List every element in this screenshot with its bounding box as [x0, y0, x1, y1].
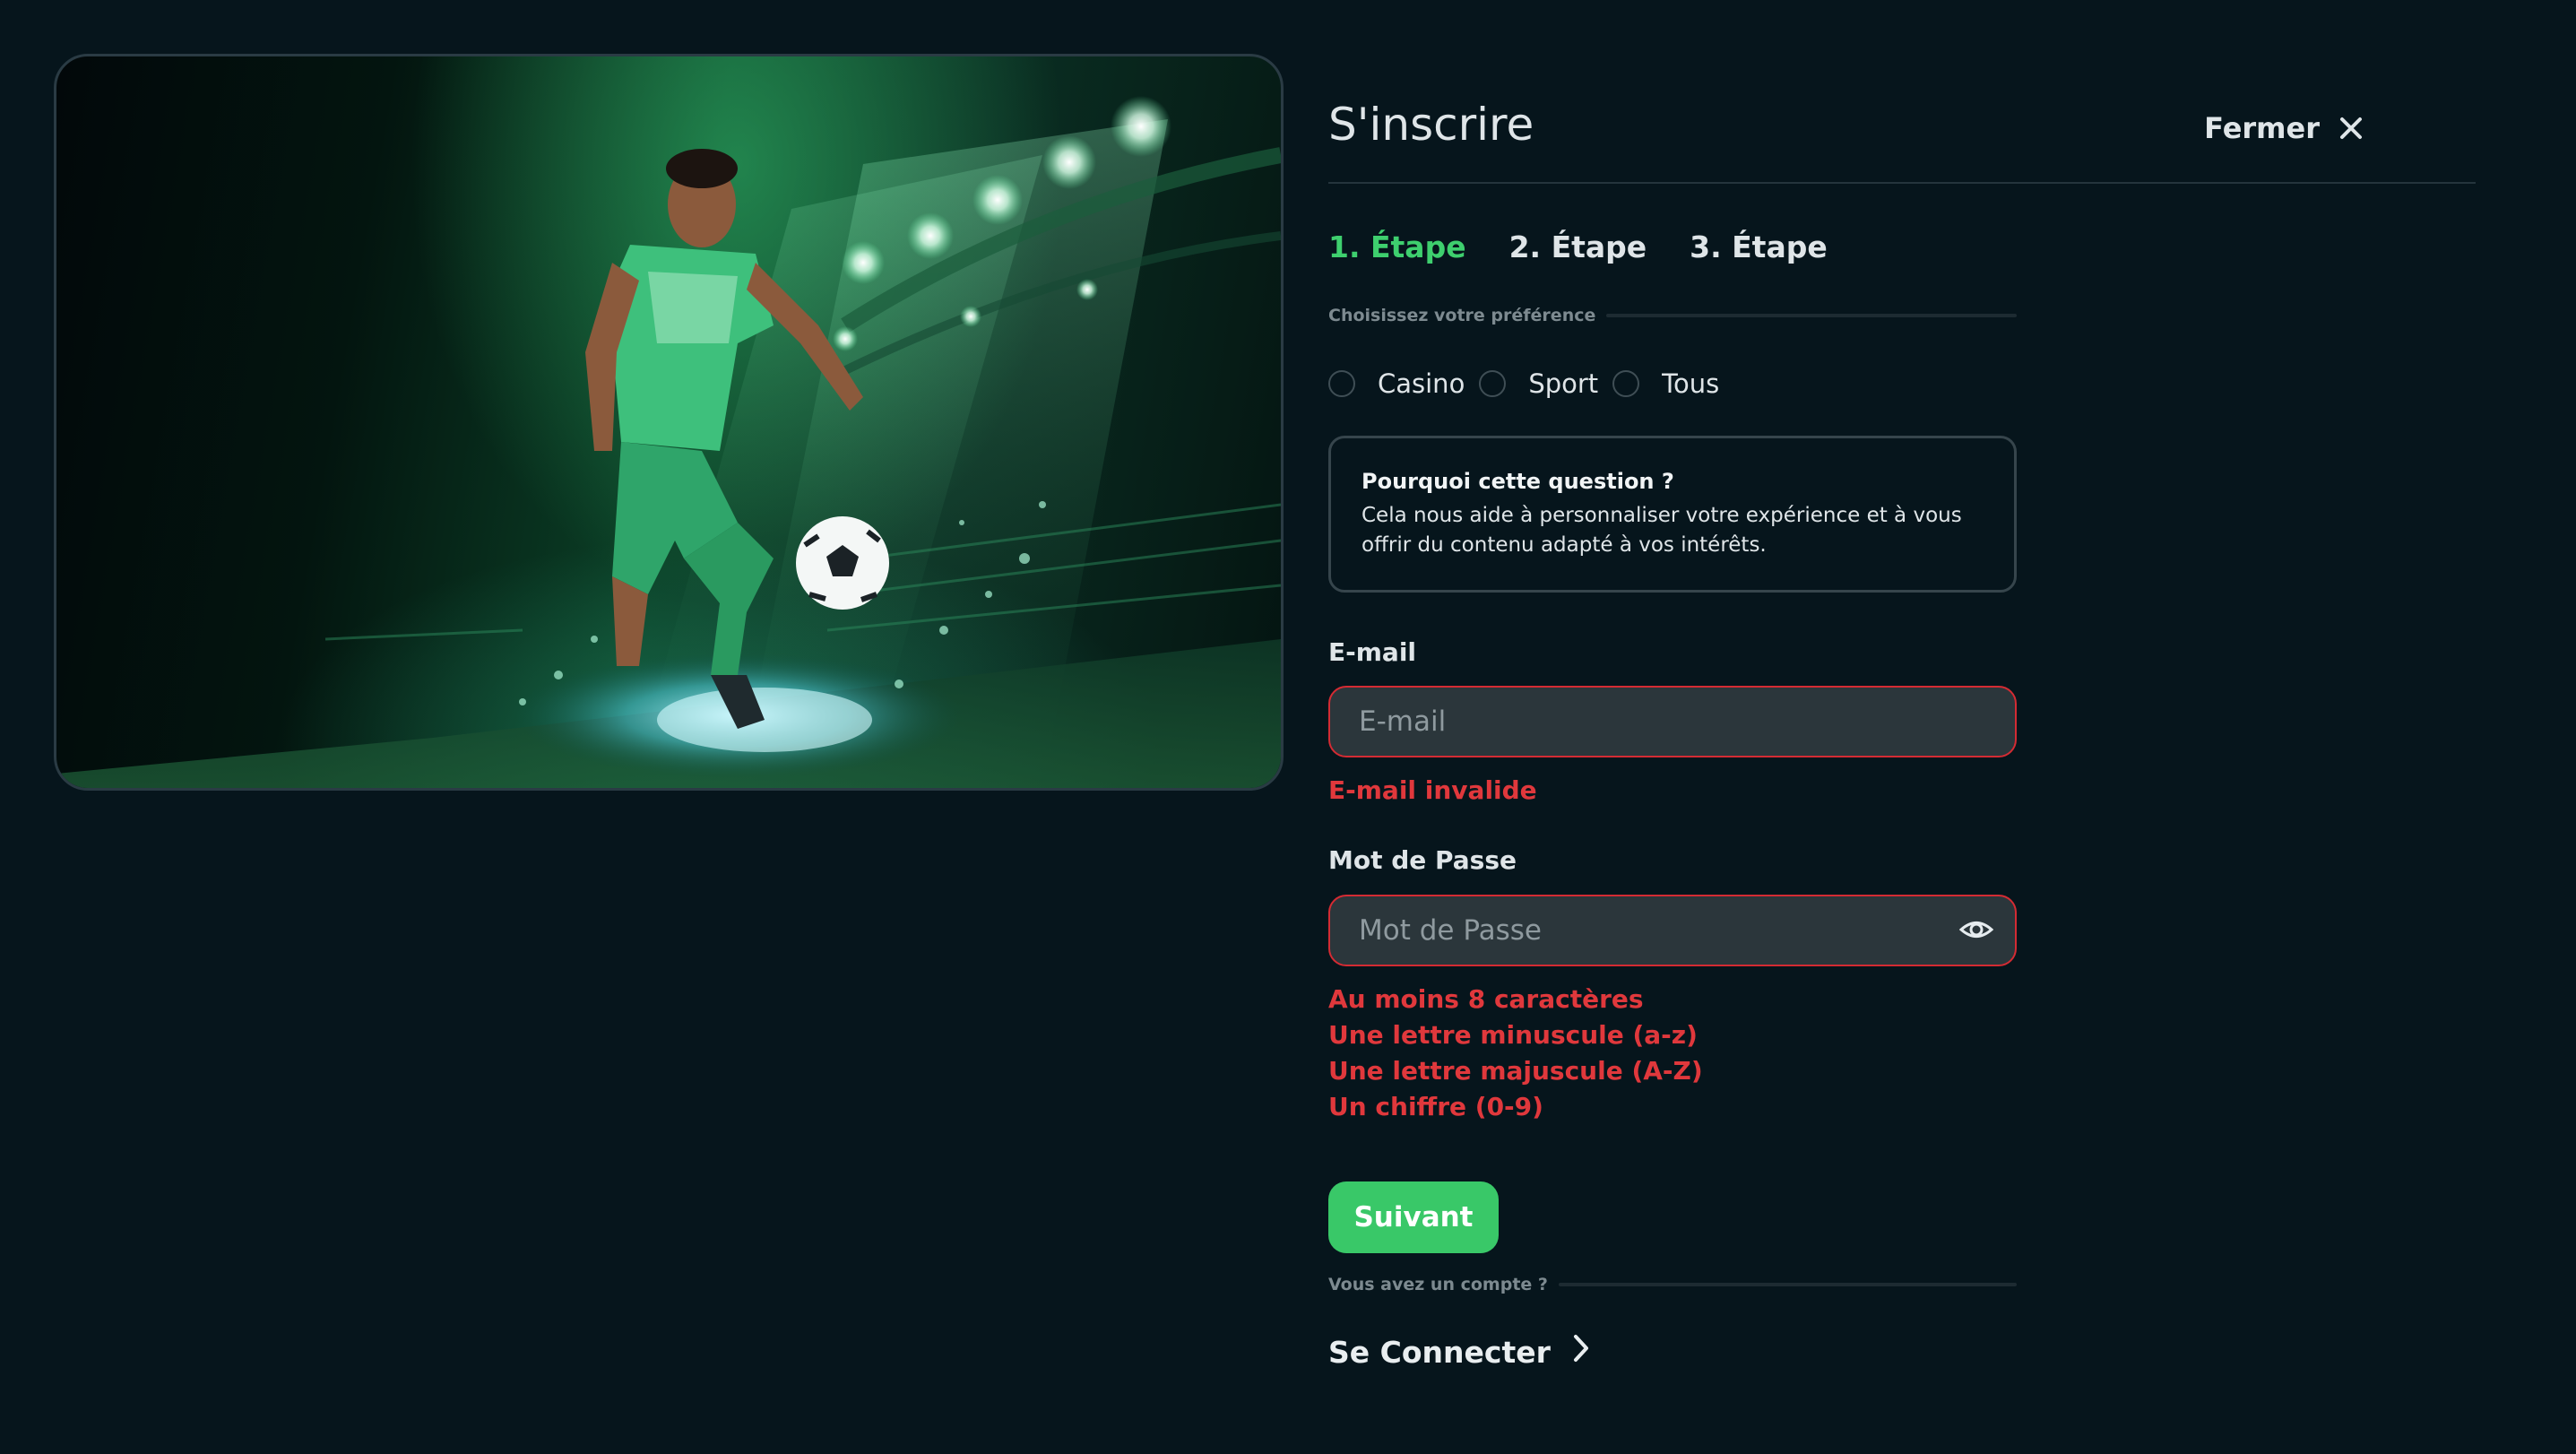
close-button[interactable]: Fermer	[2204, 111, 2363, 145]
password-rule: Au moins 8 caractères	[1328, 984, 1644, 1014]
hero-image	[54, 54, 1284, 791]
preference-radio-group: Casino Sport Tous	[1328, 368, 1733, 399]
signup-form-panel: S'inscrire Fermer 1. Étape 2. Étape 3. É…	[1328, 0, 2476, 1454]
signup-modal: S'inscrire Fermer 1. Étape 2. Étape 3. É…	[0, 0, 2576, 1454]
radio-circle[interactable]	[1612, 370, 1640, 397]
show-password-eye-icon[interactable]	[1958, 916, 1994, 947]
step-indicator: 1. Étape 2. Étape 3. Étape	[1328, 229, 1828, 264]
close-icon	[2339, 117, 2363, 140]
radio-sport[interactable]: Sport	[1479, 368, 1598, 399]
info-box: Pourquoi cette question ? Cela nous aide…	[1328, 436, 2017, 593]
email-error: E-mail invalide	[1328, 775, 1537, 805]
step-1[interactable]: 1. Étape	[1328, 229, 1466, 264]
next-button[interactable]: Suivant	[1328, 1181, 1499, 1253]
password-label: Mot de Passe	[1328, 845, 1517, 875]
radio-label-tous: Tous	[1662, 368, 1720, 399]
soccer-player-illustration	[56, 96, 1281, 788]
password-rule: Un chiffre (0-9)	[1328, 1092, 1543, 1121]
close-label: Fermer	[2204, 111, 2320, 145]
page-title: S'inscrire	[1328, 99, 1534, 151]
preference-header: Choisissez votre préférence	[1328, 306, 2017, 325]
divider-line	[1558, 1283, 2017, 1286]
account-prompt-row: Vous avez un compte ?	[1328, 1275, 2017, 1294]
divider-line	[1606, 314, 2017, 317]
info-text: Cela nous aide à personnaliser votre exp…	[1361, 504, 1962, 557]
radio-label-casino: Casino	[1378, 368, 1465, 399]
login-label: Se Connecter	[1328, 1334, 1551, 1370]
password-rule: Une lettre majuscule (A-Z)	[1328, 1056, 1703, 1086]
radio-circle[interactable]	[1328, 370, 1355, 397]
email-input[interactable]	[1328, 686, 2017, 757]
radio-tous[interactable]: Tous	[1612, 368, 1719, 399]
chevron-right-icon	[1572, 1334, 1590, 1370]
account-prompt: Vous avez un compte ?	[1328, 1275, 1548, 1294]
login-link[interactable]: Se Connecter	[1328, 1334, 1590, 1370]
step-2[interactable]: 2. Étape	[1509, 229, 1647, 264]
preference-label: Choisissez votre préférence	[1328, 306, 1596, 325]
header-divider	[1328, 182, 2476, 184]
password-rule: Une lettre minuscule (a-z)	[1328, 1020, 1698, 1050]
password-input[interactable]	[1328, 895, 2017, 966]
step-3[interactable]: 3. Étape	[1690, 229, 1828, 264]
radio-casino[interactable]: Casino	[1328, 368, 1465, 399]
radio-label-sport: Sport	[1528, 368, 1599, 399]
info-title: Pourquoi cette question ?	[1361, 469, 1674, 494]
radio-circle[interactable]	[1479, 370, 1507, 397]
password-rules: Au moins 8 caractères Une lettre minuscu…	[1328, 982, 1703, 1125]
email-label: E-mail	[1328, 637, 1417, 667]
